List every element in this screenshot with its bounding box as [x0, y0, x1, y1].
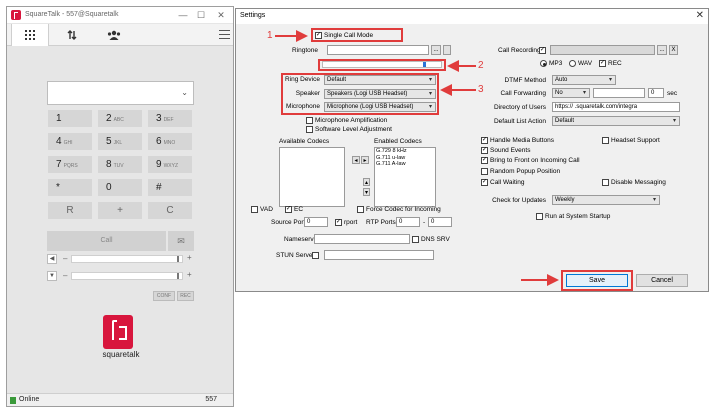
- annotation-arrows: [275, 30, 559, 286]
- annotation-3: 3: [478, 84, 484, 95]
- annotation-1: 1: [267, 30, 273, 41]
- annotation-2: 2: [478, 60, 484, 71]
